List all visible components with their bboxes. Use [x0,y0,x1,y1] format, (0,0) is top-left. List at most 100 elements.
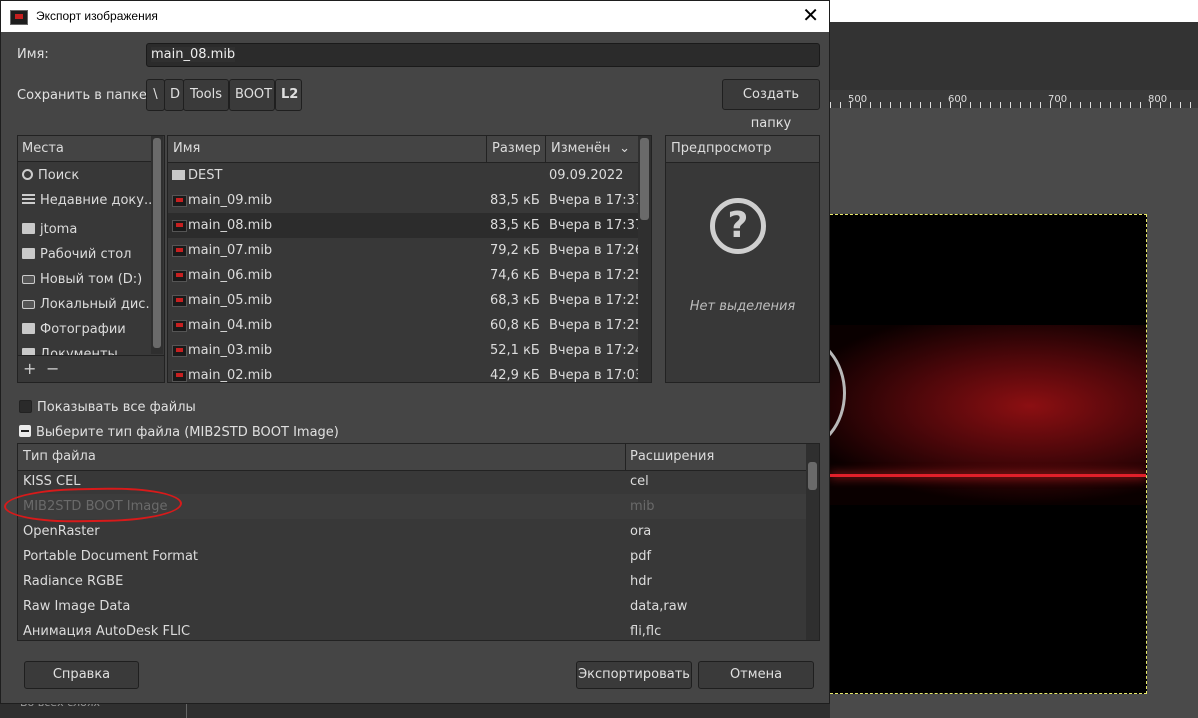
filename-input[interactable]: main_08.mib [146,43,820,67]
file-type-row[interactable]: Анимация AutoDesk FLIC fli,flc [18,619,806,640]
file-modified: Вчера в 17:25 [549,293,644,308]
show-all-files-checkbox[interactable] [19,400,32,413]
file-modified: Вчера в 17:03 [549,368,644,383]
file-type-extension: mib [630,499,655,514]
file-row[interactable]: main_03.mib 52,1 кБ Вчера в 17:24 [168,338,643,363]
file-type-header: Тип файла Расширения [18,444,806,471]
file-type-extension: fli,flc [630,624,662,639]
place-label: jtoma [40,222,78,237]
file-name: main_04.mib [188,318,273,333]
remove-place-icon[interactable]: − [46,359,59,378]
close-icon[interactable]: ✕ [802,4,819,26]
file-row[interactable]: DEST 09.09.2022 [168,163,638,188]
file-type-row[interactable]: Radiance RGBE hdr [18,569,806,594]
file-type-extension: data,raw [630,599,688,614]
place-label: Поиск [38,168,80,183]
recent-icon [22,194,35,205]
image-file-icon [172,195,187,207]
show-all-files-label[interactable]: Показывать все файлы [37,400,196,415]
file-name: main_02.mib [188,368,273,383]
file-type-scrollbar[interactable] [806,444,819,640]
file-row[interactable]: main_06.mib 74,6 кБ Вчера в 17:25 [168,263,643,288]
places-footer: + − [18,355,164,382]
file-type-name: Raw Image Data [23,599,131,614]
file-list-scrollbar[interactable] [638,136,651,382]
file-type-extension: ora [630,524,652,539]
place-label: Локальный дис... [40,297,151,312]
path-segment-l2[interactable]: L2 [275,79,302,111]
add-place-icon[interactable]: + [23,359,36,378]
places-scrollbar[interactable] [151,136,163,354]
path-segment-d[interactable]: D [164,79,184,111]
name-label: Имя: [17,47,49,62]
file-row[interactable]: main_08.mib 83,5 кБ Вчера в 17:37 [168,213,643,238]
place-item-search[interactable]: Поиск [18,163,151,188]
file-row[interactable]: main_05.mib 68,3 кБ Вчера в 17:25 [168,288,643,313]
question-icon: ? [710,198,766,254]
column-name[interactable]: Имя [168,136,487,162]
dialog-titlebar: Экспорт изображения ✕ [1,1,829,32]
place-item-drive-d[interactable]: Новый том (D:) [18,267,151,292]
file-type-list: Тип файла Расширения KISS CEL cel MIB2STD … [17,443,820,641]
collapse-icon[interactable] [19,425,31,437]
image-file-icon [172,245,187,257]
no-selection-text: Нет выделения [689,299,796,314]
column-extensions[interactable]: Расширения [626,444,804,470]
file-name: main_08.mib [188,218,273,233]
file-row[interactable]: main_09.mib 83,5 кБ Вчера в 17:37 [168,188,643,213]
file-type-row[interactable]: OpenRaster ora [18,519,806,544]
file-row[interactable]: main_07.mib 79,2 кБ Вчера в 17:26 [168,238,643,263]
file-type-expander[interactable]: Выберите тип файла (MIB2STD BOOT Image) [36,425,339,440]
background-toolbar [830,22,1198,90]
place-item-desktop[interactable]: Рабочий стол [18,242,151,267]
path-segment-root[interactable]: \ [146,79,165,111]
file-modified: Вчера в 17:25 [549,268,644,283]
place-item-jtoma[interactable]: jtoma [18,217,151,242]
file-size: 60,8 кБ [490,318,540,333]
file-name: DEST [188,168,223,183]
cancel-button[interactable]: Отмена [698,661,814,689]
file-type-extension: pdf [630,549,652,564]
column-modified[interactable]: Изменён ⌄ [546,136,638,162]
image-red-glow [830,325,1146,505]
column-file-type[interactable]: Тип файла [18,444,626,470]
help-button[interactable]: Справка [24,661,139,689]
file-type-row[interactable]: Portable Document Format pdf [18,544,806,569]
places-scroll-thumb[interactable] [153,138,161,348]
place-label: Недавние доку... [40,193,151,208]
export-button[interactable]: Экспортировать [576,661,692,689]
dialog-title: Экспорт изображения [36,9,158,23]
file-list: Имя Размер Изменён ⌄ DEST 09.09.2022 main_0… [167,135,652,383]
column-size[interactable]: Размер [487,136,546,162]
path-segment-boot[interactable]: BOOT [229,79,275,111]
place-item-recent[interactable]: Недавние доку... [18,188,151,213]
place-label: Рабочий стол [40,247,132,262]
places-header[interactable]: Места [18,136,151,162]
file-type-extension: cel [630,474,649,489]
horizontal-ruler: 500 600 700 800 [830,90,1198,109]
file-name: main_05.mib [188,293,273,308]
file-type-row[interactable]: Raw Image Data data,raw [18,594,806,619]
file-row[interactable]: main_04.mib 60,8 кБ Вчера в 17:25 [168,313,643,338]
image-file-icon [172,220,187,232]
save-in-label: Сохранить в папке [17,88,147,103]
file-size: 83,5 кБ [490,193,540,208]
create-folder-button[interactable]: Создать папку [722,79,820,131]
file-name: main_06.mib [188,268,273,283]
canvas-image[interactable] [830,214,1147,694]
column-modified-label: Изменён [551,141,611,156]
path-segment-tools[interactable]: Tools [183,79,229,111]
file-modified: Вчера в 17:25 [549,318,644,333]
file-modified: Вчера в 17:26 [549,243,644,258]
places-panel: Места Поиск Недавние доку... jtoma Рабоч… [17,135,165,383]
file-row[interactable]: main_02.mib 42,9 кБ Вчера в 17:03 [168,363,643,383]
file-list-scroll-thumb[interactable] [640,138,649,220]
folder-icon [22,248,35,259]
image-file-icon [172,270,187,282]
drive-icon [22,275,35,284]
file-type-scroll-thumb[interactable] [808,462,817,490]
background-titlebar [830,0,1198,22]
place-item-photos[interactable]: Фотографии [18,317,151,342]
place-item-local-disk[interactable]: Локальный дис... [18,292,151,317]
file-list-header: Имя Размер Изменён ⌄ [168,136,638,163]
